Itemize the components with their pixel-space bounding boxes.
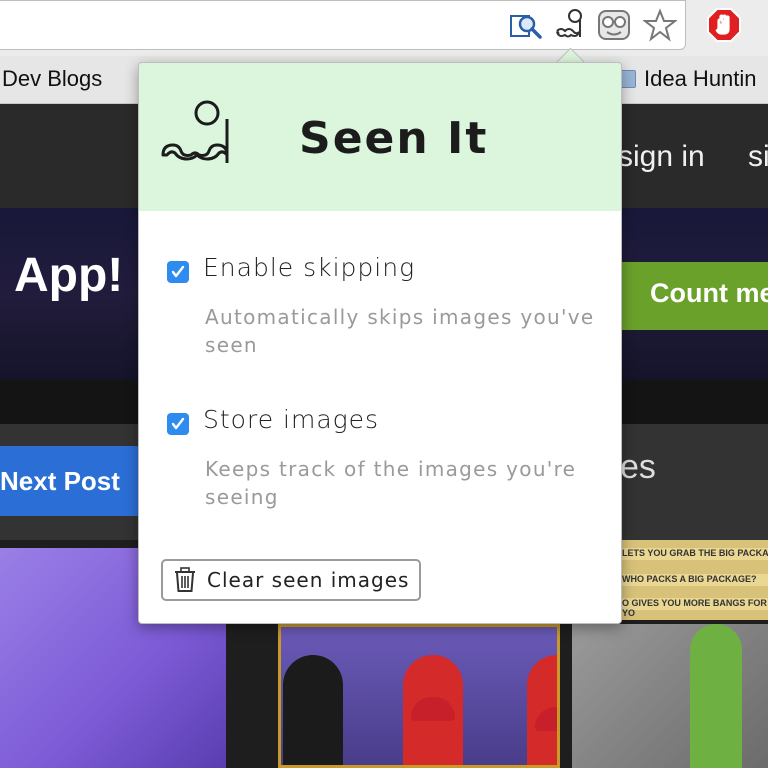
checkmark-icon (171, 417, 185, 430)
monocle-mustache-logo-icon (157, 97, 233, 174)
post-image-podium[interactable] (278, 624, 560, 768)
enable-skipping-checkbox[interactable] (167, 261, 189, 283)
newspaper-image: LETS YOU GRAB THE BIG PACKAG WHO PACKS A… (622, 540, 768, 620)
bookmark-dev-blogs[interactable]: Dev Blogs (2, 66, 102, 92)
store-images-label[interactable]: Store images (203, 405, 379, 434)
bookmark-idea-hunting[interactable]: Idea Huntin (644, 66, 757, 92)
browser-toolbar (0, 0, 768, 56)
star-icon[interactable] (642, 6, 678, 44)
adblock-stop-icon[interactable] (706, 6, 742, 44)
count-me-button[interactable]: Count me (622, 262, 768, 330)
news-line: LETS YOU GRAB THE BIG PACKAG (622, 548, 768, 560)
section-title-fragment: es (620, 448, 656, 486)
store-images-checkbox[interactable] (167, 413, 189, 435)
seen-it-popup: Seen It Enable skipping Automatically sk… (138, 62, 622, 624)
sign-in-link[interactable]: sign in (618, 140, 705, 174)
monocle-mustache-icon[interactable] (552, 6, 588, 44)
clear-seen-images-label: Clear seen images (207, 568, 410, 592)
next-post-button[interactable]: Next Post (0, 446, 142, 516)
popup-header: Seen It (139, 63, 621, 211)
enable-skipping-label[interactable]: Enable skipping (203, 253, 415, 282)
store-images-description: Keeps track of the images you're seeing (205, 457, 577, 509)
trash-icon (173, 567, 197, 598)
popup-title: Seen It (299, 113, 489, 164)
news-line: WHO PACKS A BIG PACKAGE? (622, 574, 768, 586)
enable-skipping-description: Automatically skips images you've seen (205, 305, 595, 357)
face-icon[interactable] (596, 6, 632, 44)
checkmark-icon (171, 265, 185, 278)
hero-title: App! (14, 249, 124, 302)
cactus-shape (690, 624, 742, 768)
person-figure (283, 655, 343, 765)
search-page-icon[interactable] (508, 6, 544, 44)
post-image-cactus[interactable] (572, 624, 768, 768)
news-line: O GIVES YOU MORE BANGS FOR YO (622, 598, 768, 618)
sign-up-link[interactable]: si (748, 140, 768, 174)
clear-seen-images-button[interactable]: Clear seen images (161, 559, 421, 601)
